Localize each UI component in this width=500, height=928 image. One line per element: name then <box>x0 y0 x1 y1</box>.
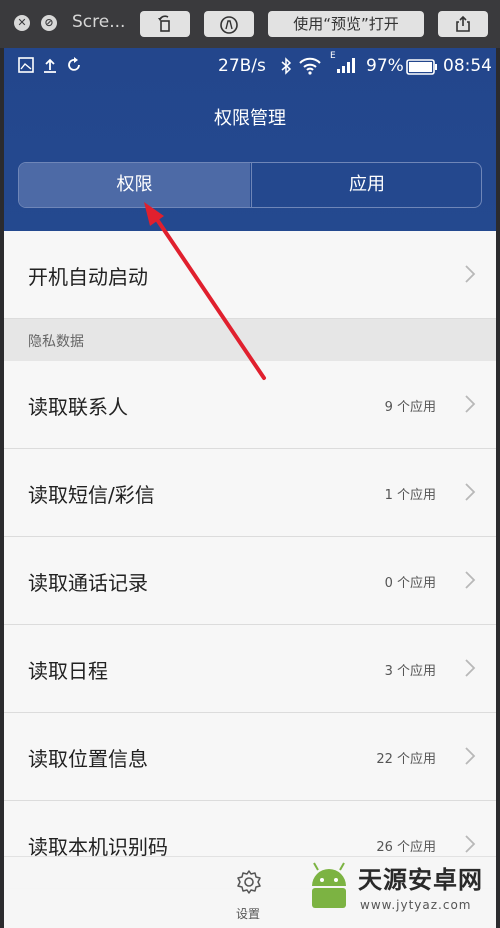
share-button[interactable] <box>438 11 488 37</box>
rotate-icon <box>158 15 170 32</box>
chevron-right-icon <box>465 265 476 283</box>
tab-apps[interactable]: 应用 <box>251 163 481 207</box>
header: 27B/s E 97% 08:54 权限管理 权限 应用 <box>4 48 496 231</box>
markup-icon <box>220 16 238 34</box>
page-title: 权限管理 <box>214 108 286 129</box>
upload-icon <box>42 57 58 77</box>
tab-permissions[interactable]: 权限 <box>19 163 250 207</box>
section-header-label: 隐私数据 <box>28 334 84 350</box>
chevron-right-icon <box>465 571 476 589</box>
app-count: 0 个应用 <box>384 576 436 591</box>
preview-toolbar: ✕ ⊘ Scre... 使用“预览”打开 <box>0 0 500 48</box>
watermark: 天源安卓网 www.jytyaz.com <box>300 852 500 928</box>
chevron-right-icon <box>465 835 476 853</box>
watermark-url: www.jytyaz.com <box>360 898 472 912</box>
battery-percent: 97% <box>366 56 404 76</box>
section-header-privacy: 隐私数据 <box>4 319 496 361</box>
app-count: 1 个应用 <box>384 488 436 503</box>
markup-button[interactable] <box>204 11 254 37</box>
clock: 08:54 <box>443 56 492 76</box>
network-speed: 27B/s <box>218 56 266 76</box>
chevron-right-icon <box>465 659 476 677</box>
settings-label: 设置 <box>236 907 261 921</box>
chevron-right-icon <box>465 483 476 501</box>
window-title: Scre... <box>72 12 126 32</box>
list-item-call-log[interactable]: 读取通话记录 0 个应用 <box>4 537 496 625</box>
list-item-label: 开机自动启动 <box>28 265 148 289</box>
bluetooth-icon <box>280 57 292 79</box>
list-item-sms[interactable]: 读取短信/彩信 1 个应用 <box>4 449 496 537</box>
list-item-calendar[interactable]: 读取日程 3 个应用 <box>4 625 496 713</box>
sync-icon <box>66 57 82 77</box>
chevron-right-icon <box>465 395 476 413</box>
status-bar: 27B/s E 97% 08:54 <box>4 48 496 86</box>
image-icon <box>18 57 34 77</box>
app-count: 9 个应用 <box>384 400 436 415</box>
app-count: 22 个应用 <box>376 752 436 767</box>
phone-screen: 27B/s E 97% 08:54 权限管理 权限 应用 开机自动启动 隐私数据… <box>4 48 496 928</box>
open-with-preview-button[interactable]: 使用“预览”打开 <box>268 11 424 37</box>
list-item-autostart[interactable]: 开机自动启动 <box>4 231 496 319</box>
list-item-label: 读取通话记录 <box>28 571 148 595</box>
wifi-icon <box>298 57 322 79</box>
chevron-right-icon <box>465 747 476 765</box>
close-icon[interactable]: ✕ <box>14 15 30 31</box>
share-icon <box>456 15 470 32</box>
battery-icon <box>406 59 438 79</box>
list-item-contacts[interactable]: 读取联系人 9 个应用 <box>4 361 496 449</box>
android-logo-icon <box>312 862 346 908</box>
segmented-tabs: 权限 应用 <box>18 162 482 208</box>
list-item-location[interactable]: 读取位置信息 22 个应用 <box>4 713 496 801</box>
minimize-icon[interactable]: ⊘ <box>41 15 57 31</box>
rotate-button[interactable] <box>140 11 190 37</box>
network-type: E <box>330 51 336 61</box>
gear-icon <box>237 870 261 894</box>
list-item-label: 读取日程 <box>28 659 108 683</box>
signal-icon <box>336 57 356 79</box>
app-count: 3 个应用 <box>384 664 436 679</box>
list-item-label: 读取联系人 <box>28 395 128 419</box>
list-item-label: 读取短信/彩信 <box>28 483 155 507</box>
list-item-label: 读取位置信息 <box>28 747 148 771</box>
watermark-text: 天源安卓网 <box>358 866 483 894</box>
